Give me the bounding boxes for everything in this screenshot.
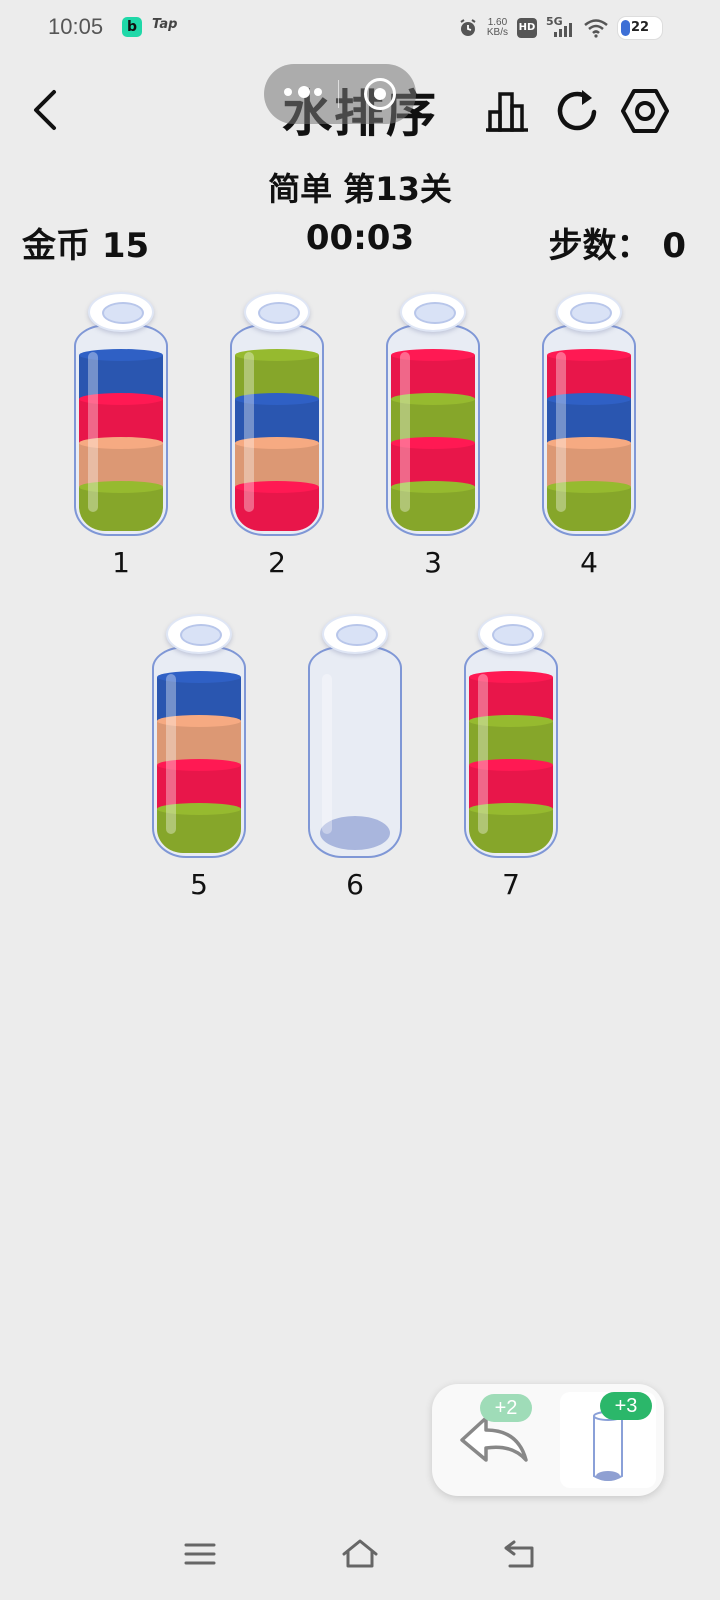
status-time: 10:05 — [48, 14, 104, 39]
more-icon[interactable] — [284, 86, 324, 100]
home-nav-button[interactable] — [340, 1536, 380, 1572]
bottle-glass — [542, 324, 636, 536]
settings-icon — [621, 89, 669, 133]
settings-button[interactable] — [620, 86, 670, 136]
bottle-glass — [308, 646, 402, 858]
timer: 00:03 — [305, 218, 415, 258]
bottle-number: 5 — [190, 868, 208, 901]
bottle-number: 4 — [580, 546, 598, 579]
net-speed-unit: KB/s — [486, 27, 508, 38]
restart-button[interactable] — [552, 86, 602, 136]
glass-shine — [244, 352, 254, 512]
glass-shine — [478, 674, 488, 834]
undo-count-badge: +2 — [480, 1394, 532, 1422]
bottle-7[interactable] — [464, 614, 558, 864]
add-bottle-count-badge: +3 — [600, 1392, 652, 1420]
bottle-neck — [166, 614, 232, 654]
leaderboard-button[interactable] — [482, 86, 532, 136]
network-type: 5G — [546, 15, 563, 28]
bottle-glass — [386, 324, 480, 536]
bottle-neck — [322, 614, 388, 654]
bilibili-app-icon: b — [122, 17, 142, 37]
back-button[interactable] — [26, 88, 70, 132]
bottle-number: 7 — [502, 868, 520, 901]
bottle-number: 2 — [268, 546, 286, 579]
bottle-number: 1 — [112, 546, 130, 579]
tools-panel: +2 +3 — [432, 1384, 664, 1496]
signal-icon: 5G — [546, 15, 574, 39]
bottle-number: 3 — [424, 546, 442, 579]
level-title: 简单 第13关 — [268, 170, 452, 208]
bottle-glass — [464, 646, 558, 858]
coins-counter: 金币 15 — [22, 226, 150, 266]
bottle-neck — [400, 292, 466, 332]
leaderboard-icon — [486, 92, 528, 132]
bottle-glass — [230, 324, 324, 536]
battery-icon: 22 — [618, 17, 662, 39]
bottle-3[interactable] — [386, 292, 480, 542]
tap-app-label: Tap — [152, 17, 178, 32]
status-indicators: 1.60 KB/s HD 5G 22 — [458, 14, 662, 42]
glass-shine — [88, 352, 98, 512]
miniprogram-capsule[interactable] — [264, 64, 416, 124]
bottle-neck — [244, 292, 310, 332]
chevron-left-icon — [34, 90, 56, 130]
bottle-neck — [478, 614, 544, 654]
glass-shine — [322, 674, 332, 834]
status-bar: 10:05 b Tap 1.60 KB/s HD 5G 22 — [0, 0, 720, 56]
bottle-5[interactable] — [152, 614, 246, 864]
wifi-icon — [584, 19, 608, 38]
back-nav-button[interactable] — [500, 1536, 540, 1572]
net-speed: 1.60 KB/s — [487, 18, 508, 38]
bottle-neck — [88, 292, 154, 332]
steps-counter: 步数： 0 — [548, 226, 687, 266]
battery-level: 22 — [630, 20, 650, 35]
bottle-2[interactable] — [230, 292, 324, 542]
bottle-1[interactable] — [74, 292, 168, 542]
bottle-neck — [556, 292, 622, 332]
close-capsule-icon[interactable] — [364, 78, 396, 110]
back-icon — [504, 1540, 534, 1568]
glass-shine — [400, 352, 410, 512]
bottle-number: 6 — [346, 868, 364, 901]
glass-shine — [166, 674, 176, 834]
undo-button[interactable]: +2 — [446, 1394, 542, 1486]
home-icon — [342, 1539, 378, 1568]
bottle-glass — [152, 646, 246, 858]
menu-icon — [184, 1543, 216, 1565]
bottle-glass — [74, 324, 168, 536]
bottle-6[interactable] — [308, 614, 402, 864]
menu-nav-button[interactable] — [180, 1536, 220, 1572]
bottle-4[interactable] — [542, 292, 636, 542]
add-bottle-button[interactable]: +3 — [560, 1392, 656, 1488]
hd-badge: HD — [517, 18, 537, 38]
glass-shine — [556, 352, 566, 512]
alarm-icon — [460, 19, 476, 36]
restart-icon — [557, 90, 597, 131]
